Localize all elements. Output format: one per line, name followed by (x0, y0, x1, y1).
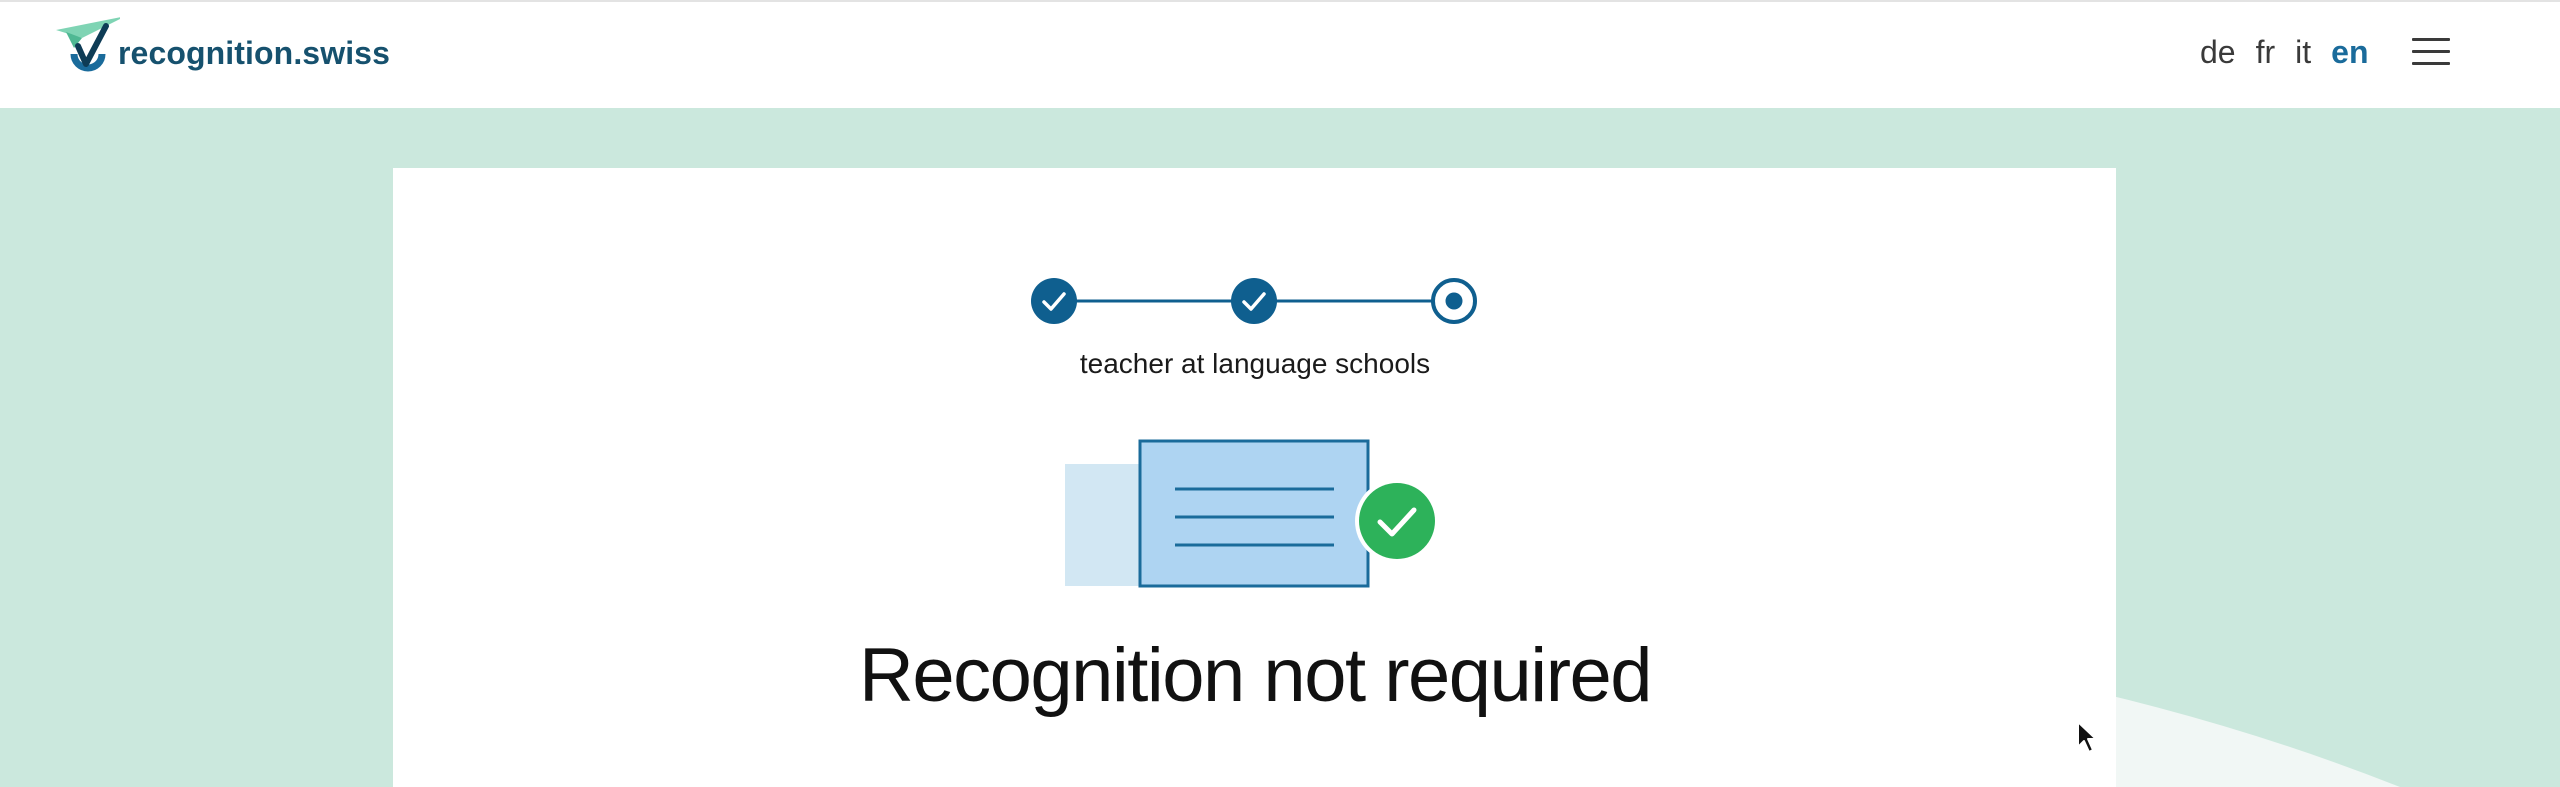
mouse-pointer-icon (2077, 721, 2097, 753)
lang-en[interactable]: en (2331, 34, 2368, 71)
document-approved-icon (1065, 439, 1439, 588)
result-headline: Recognition not required (858, 633, 1653, 718)
logo-text: recognition.swiss (118, 34, 390, 71)
logo-link[interactable]: recognition.swiss (56, 16, 390, 94)
stepper-label: teacher at language schools (1079, 348, 1431, 379)
lang-de[interactable]: de (2200, 34, 2236, 71)
progress-stepper (1031, 278, 1477, 324)
lang-it[interactable]: it (2295, 34, 2311, 71)
site-header: recognition.swiss de fr it en (0, 2, 2560, 108)
lang-fr[interactable]: fr (2256, 34, 2276, 71)
hamburger-menu-icon[interactable] (2412, 38, 2452, 66)
language-switcher: de fr it en (2200, 34, 2368, 71)
step-1-check-icon (1031, 278, 1077, 324)
recognition-logo-icon (56, 17, 120, 72)
step-2-check-icon (1231, 278, 1277, 324)
step-3-current-dot-icon (1431, 278, 1477, 324)
